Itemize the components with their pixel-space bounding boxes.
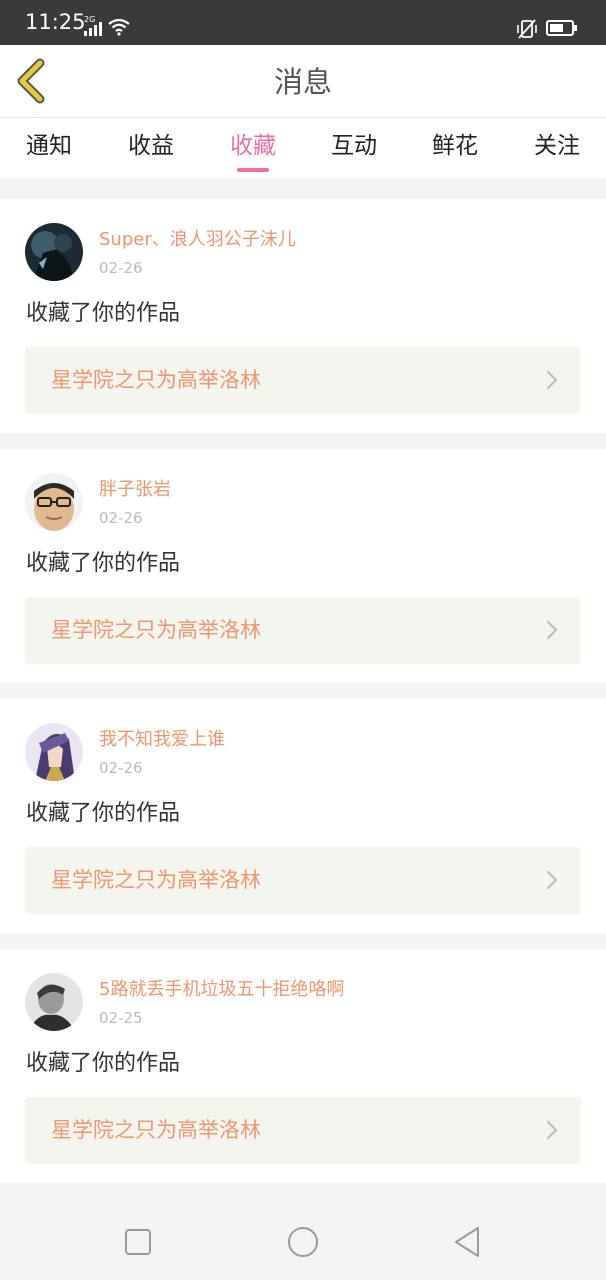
network-type: 2G — [84, 15, 96, 24]
tab-label: 互动 — [331, 133, 377, 159]
home-button[interactable] — [283, 1222, 323, 1262]
work-link[interactable]: 星学院之只为高举洛林 — [25, 597, 581, 664]
message-card: 胖子张岩 02-26 收藏了你的作品 星学院之只为高举洛林 — [0, 449, 606, 683]
battery-icon — [546, 20, 577, 36]
action-text: 收藏了你的作品 — [26, 551, 181, 576]
system-nav-bar — [0, 1200, 606, 1280]
work-title: 星学院之只为高举洛林 — [51, 868, 261, 892]
wifi-icon — [108, 18, 130, 36]
avatar[interactable] — [25, 473, 83, 531]
status-time: 11:25 — [25, 10, 86, 34]
tab-favorites[interactable]: 收藏 — [224, 128, 282, 172]
tab-label: 收益 — [128, 133, 174, 159]
avatar[interactable] — [25, 973, 83, 1031]
page-title: 消息 — [273, 65, 332, 99]
avatar[interactable] — [25, 723, 83, 781]
triangle-back-icon — [455, 1227, 479, 1257]
message-card: 我不知我爱上谁 02-26 收藏了你的作品 星学院之只为高举洛林 — [0, 699, 606, 933]
username-link[interactable]: Super、浪人羽公子沫儿 — [99, 229, 296, 251]
action-text: 收藏了你的作品 — [26, 1051, 181, 1076]
username-link[interactable]: 5路就丢手机垃圾五十拒绝咯啊 — [99, 979, 344, 1001]
work-link[interactable]: 星学院之只为高举洛林 — [25, 347, 581, 414]
tab-label: 收藏 — [230, 133, 276, 159]
username-link[interactable]: 胖子张岩 — [99, 479, 171, 501]
tab-flowers[interactable]: 鲜花 — [426, 128, 484, 172]
system-back-button[interactable] — [448, 1222, 488, 1262]
avatar[interactable] — [25, 223, 83, 281]
work-link[interactable]: 星学院之只为高举洛林 — [25, 1097, 581, 1164]
recent-apps-button[interactable] — [118, 1222, 158, 1262]
message-date: 02-26 — [99, 759, 143, 777]
chevron-right-icon — [546, 1120, 558, 1140]
work-title: 星学院之只为高举洛林 — [51, 368, 261, 392]
active-tab-indicator — [237, 168, 269, 172]
signal-icon: 2G — [84, 16, 102, 36]
message-date: 02-26 — [99, 259, 143, 277]
message-date: 02-25 — [99, 1009, 143, 1027]
chevron-right-icon — [546, 620, 558, 640]
circle-icon — [288, 1227, 318, 1257]
work-title: 星学院之只为高举洛林 — [51, 618, 261, 642]
work-title: 星学院之只为高举洛林 — [51, 1118, 261, 1142]
chevron-right-icon — [546, 370, 558, 390]
work-link[interactable]: 星学院之只为高举洛林 — [25, 847, 581, 914]
tab-notifications[interactable]: 通知 — [20, 128, 78, 172]
tab-interactions[interactable]: 互动 — [325, 128, 383, 172]
vibrate-off-icon — [517, 19, 537, 39]
action-text: 收藏了你的作品 — [26, 801, 181, 826]
tab-label: 鲜花 — [432, 133, 478, 159]
tab-label: 通知 — [26, 133, 72, 159]
message-card: 5路就丢手机垃圾五十拒绝咯啊 02-25 收藏了你的作品 星学院之只为高举洛林 — [0, 949, 606, 1183]
tab-label: 关注 — [534, 133, 580, 159]
tab-following[interactable]: 关注 — [528, 128, 586, 172]
username-link[interactable]: 我不知我爱上谁 — [99, 729, 225, 751]
tab-bar: 通知 收益 收藏 互动 鲜花 关注 — [0, 118, 606, 178]
tab-earnings[interactable]: 收益 — [122, 128, 180, 172]
square-icon — [125, 1229, 151, 1255]
message-date: 02-26 — [99, 509, 143, 527]
app-header: 消息 — [0, 45, 606, 118]
action-text: 收藏了你的作品 — [26, 301, 181, 326]
status-bar: 11:25 2G — [0, 0, 606, 45]
message-card: Super、浪人羽公子沫儿 02-26 收藏了你的作品 星学院之只为高举洛林 — [0, 199, 606, 433]
chevron-right-icon — [546, 870, 558, 890]
